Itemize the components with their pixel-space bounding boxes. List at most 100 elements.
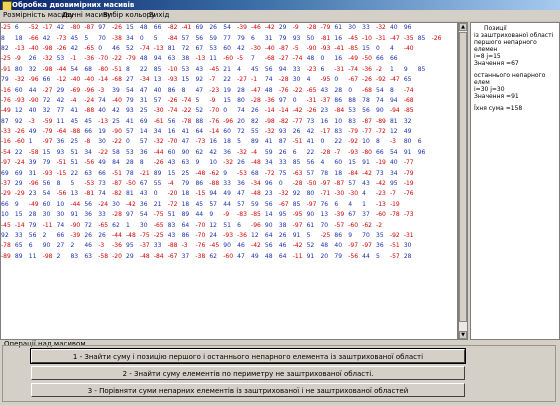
matrix-cell[interactable]: 92 — [15, 117, 29, 127]
matrix-cell[interactable]: -10 — [362, 33, 376, 43]
matrix-cell[interactable]: 56 — [29, 231, 43, 241]
scroll-down-arrow-icon[interactable]: ▼ — [459, 331, 467, 339]
matrix-cell[interactable]: -48 — [251, 158, 265, 168]
matrix-cell[interactable]: 34 — [84, 148, 98, 158]
matrix-cell[interactable]: -3 — [98, 85, 112, 95]
matrix-cell[interactable]: -97 — [293, 220, 307, 230]
matrix-cell[interactable]: 33 — [98, 210, 112, 220]
matrix-cell[interactable]: 33 — [293, 65, 307, 75]
matrix-cell[interactable]: 47 — [182, 137, 196, 147]
matrix-cell[interactable]: 25 — [182, 168, 196, 178]
matrix-cell[interactable]: -83 — [237, 210, 251, 220]
matrix-cell[interactable]: 57 — [209, 200, 223, 210]
matrix-cell[interactable]: -38 — [112, 33, 126, 43]
matrix-cell[interactable]: -87 — [84, 23, 98, 33]
matrix-cell[interactable]: 65 — [15, 241, 29, 251]
matrix-cell[interactable]: 33 — [279, 158, 293, 168]
matrix-cell[interactable]: 41 — [307, 137, 321, 147]
matrix-cell[interactable]: 73 — [307, 117, 321, 127]
matrix-cell[interactable]: -90 — [70, 220, 84, 230]
matrix-cell[interactable]: -14 — [265, 106, 279, 116]
matrix-cell[interactable]: -98 — [43, 252, 57, 262]
matrix-cell[interactable]: -98 — [43, 44, 57, 54]
matrix-cell[interactable]: -42 — [265, 23, 279, 33]
matrix-cell[interactable]: 66 — [376, 54, 390, 64]
matrix-cell[interactable]: 69 — [195, 23, 209, 33]
matrix-cell[interactable]: 66 — [57, 231, 71, 241]
matrix-cell[interactable]: -30 — [348, 189, 362, 199]
matrix-cell[interactable]: 45 — [70, 117, 84, 127]
matrix-cell[interactable]: -47 — [251, 85, 265, 95]
matrix-cell[interactable]: 57 — [126, 127, 140, 137]
matrix-cell[interactable]: 23 — [265, 189, 279, 199]
matrix-cell[interactable]: -96 — [223, 117, 237, 127]
matrix-cell[interactable]: -72 — [265, 168, 279, 178]
matrix-cell[interactable]: 89 — [154, 168, 168, 178]
matrix-cell[interactable]: 5 — [237, 137, 251, 147]
matrix-cell[interactable]: 60 — [223, 127, 237, 137]
matrix-cell[interactable]: -59 — [43, 117, 57, 127]
matrix-cell[interactable]: -87 — [334, 179, 348, 189]
matrix-cell[interactable]: 0 — [126, 137, 140, 147]
matrix-cell[interactable]: 49 — [251, 252, 265, 262]
matrix-cell[interactable]: 59 — [265, 148, 279, 158]
matrix-cell[interactable]: -85 — [404, 106, 418, 116]
matrix-cell[interactable]: -75 — [154, 210, 168, 220]
matrix-cell[interactable]: 95 — [126, 241, 140, 251]
matrix-cell[interactable]: 44 — [223, 200, 237, 210]
matrix-cell[interactable]: 13 — [154, 75, 168, 85]
matrix-cell[interactable]: 52 — [195, 106, 209, 116]
matrix-cell[interactable]: -16 — [1, 137, 15, 147]
matrix-cell[interactable]: 55 — [251, 127, 265, 137]
matrix-cell[interactable]: -24 — [15, 158, 29, 168]
matrix-cell[interactable]: 77 — [57, 106, 71, 116]
matrix-cell[interactable]: 25 — [70, 137, 84, 147]
matrix-cell[interactable]: -36 — [84, 54, 98, 64]
matrix-cell[interactable]: -36 — [362, 65, 376, 75]
matrix-cell[interactable]: -79 — [43, 127, 57, 137]
matrix-cell[interactable]: 63 — [182, 158, 196, 168]
matrix-cell[interactable]: 38 — [279, 220, 293, 230]
matrix-cell[interactable]: 4 — [237, 65, 251, 75]
matrix-cell[interactable]: 62 — [112, 220, 126, 230]
matrix-cell[interactable]: 40 — [390, 23, 404, 33]
matrix-cell[interactable]: -28 — [112, 210, 126, 220]
matrix-cell[interactable]: -68 — [404, 96, 418, 106]
matrix-cell[interactable]: 47 — [195, 85, 209, 95]
matrix-cell[interactable]: 49 — [404, 127, 418, 137]
matrix-cell[interactable]: -31 — [334, 65, 348, 75]
matrix-cell[interactable]: -13 — [376, 200, 390, 210]
matrix-cell[interactable]: -75 — [140, 231, 154, 241]
matrix-cell[interactable]: -47 — [390, 33, 404, 43]
matrix-grid[interactable]: -25 6 -52 -17 42 -80 -87 97 -26 15 48 66 -82 -41 69 26 5… — [0, 22, 458, 340]
matrix-cell[interactable]: -5 — [293, 44, 307, 54]
matrix-cell[interactable]: -97 — [362, 241, 376, 251]
matrix-cell[interactable]: 42 — [237, 44, 251, 54]
matrix-cell[interactable]: 94 — [279, 65, 293, 75]
matrix-cell[interactable]: 34 — [390, 168, 404, 178]
matrix-cell[interactable]: 78 — [320, 168, 334, 178]
matrix-cell[interactable]: -22 — [182, 106, 196, 116]
matrix-cell[interactable]: 48 — [140, 54, 154, 64]
matrix-cell[interactable]: -3 — [390, 137, 404, 147]
matrix-cell[interactable]: 97 — [98, 23, 112, 33]
matrix-cell[interactable]: 72 — [43, 96, 57, 106]
matrix-cell[interactable]: -80 — [362, 148, 376, 158]
matrix-cell[interactable]: -80 — [70, 23, 84, 33]
matrix-cell[interactable]: 29 — [126, 252, 140, 262]
matrix-cell[interactable]: 49 — [29, 127, 43, 137]
matrix-cell[interactable]: -30 — [154, 106, 168, 116]
matrix-cell[interactable]: 6 — [29, 241, 43, 251]
matrix-cell[interactable]: -4 — [70, 96, 84, 106]
matrix-cell[interactable]: 84 — [112, 158, 126, 168]
matrix-cell[interactable]: 5 — [84, 33, 98, 43]
matrix-cell[interactable]: 79 — [182, 179, 196, 189]
matrix-cell[interactable]: -93 — [168, 75, 182, 85]
matrix-cell[interactable]: 8 — [390, 85, 404, 95]
matrix-cell[interactable]: -40 — [112, 96, 126, 106]
matrix-cell[interactable]: 56 — [43, 179, 57, 189]
matrix-cell[interactable]: -26 — [15, 127, 29, 137]
matrix-cell[interactable]: -65 — [307, 85, 321, 95]
matrix-cell[interactable]: -47 — [390, 75, 404, 85]
matrix-cell[interactable]: -9 — [209, 96, 223, 106]
